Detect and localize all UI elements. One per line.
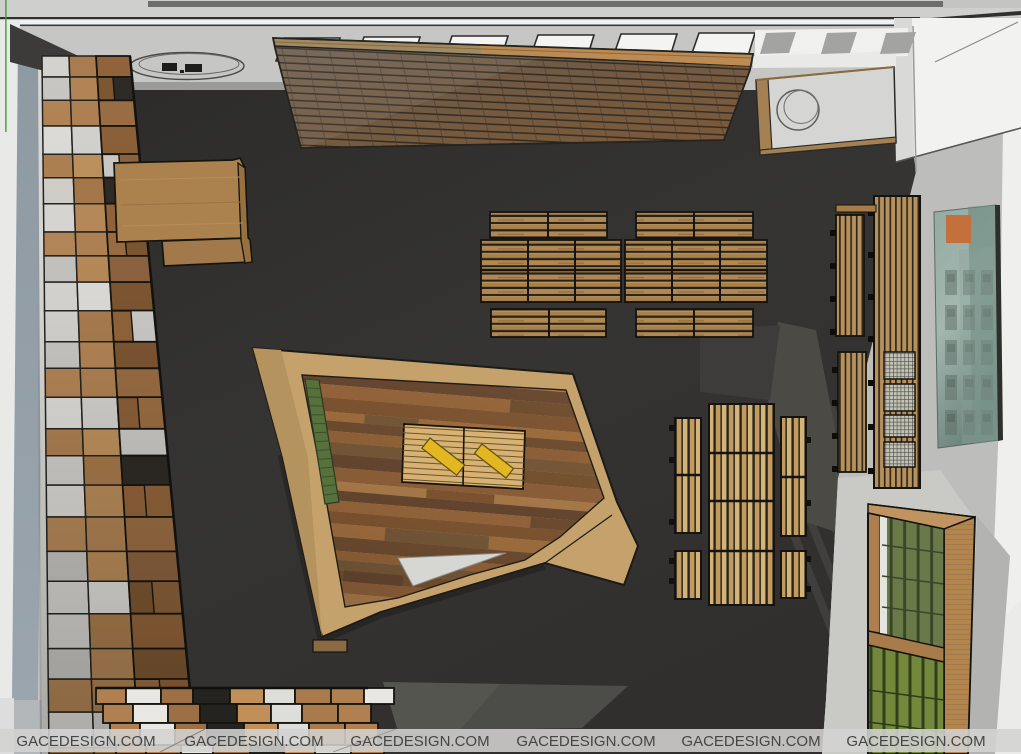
svg-text:GACEDESIGN.COM: GACEDESIGN.COM xyxy=(516,733,655,750)
svg-text:GACEDESIGN.COM: GACEDESIGN.COM xyxy=(184,733,323,750)
svg-text:GACEDESIGN.COM: GACEDESIGN.COM xyxy=(350,733,489,750)
svg-text:GACEDESIGN.COM: GACEDESIGN.COM xyxy=(846,733,985,750)
svg-text:GACEDESIGN.COM: GACEDESIGN.COM xyxy=(16,733,155,750)
svg-text:GACEDESIGN.COM: GACEDESIGN.COM xyxy=(681,733,820,750)
